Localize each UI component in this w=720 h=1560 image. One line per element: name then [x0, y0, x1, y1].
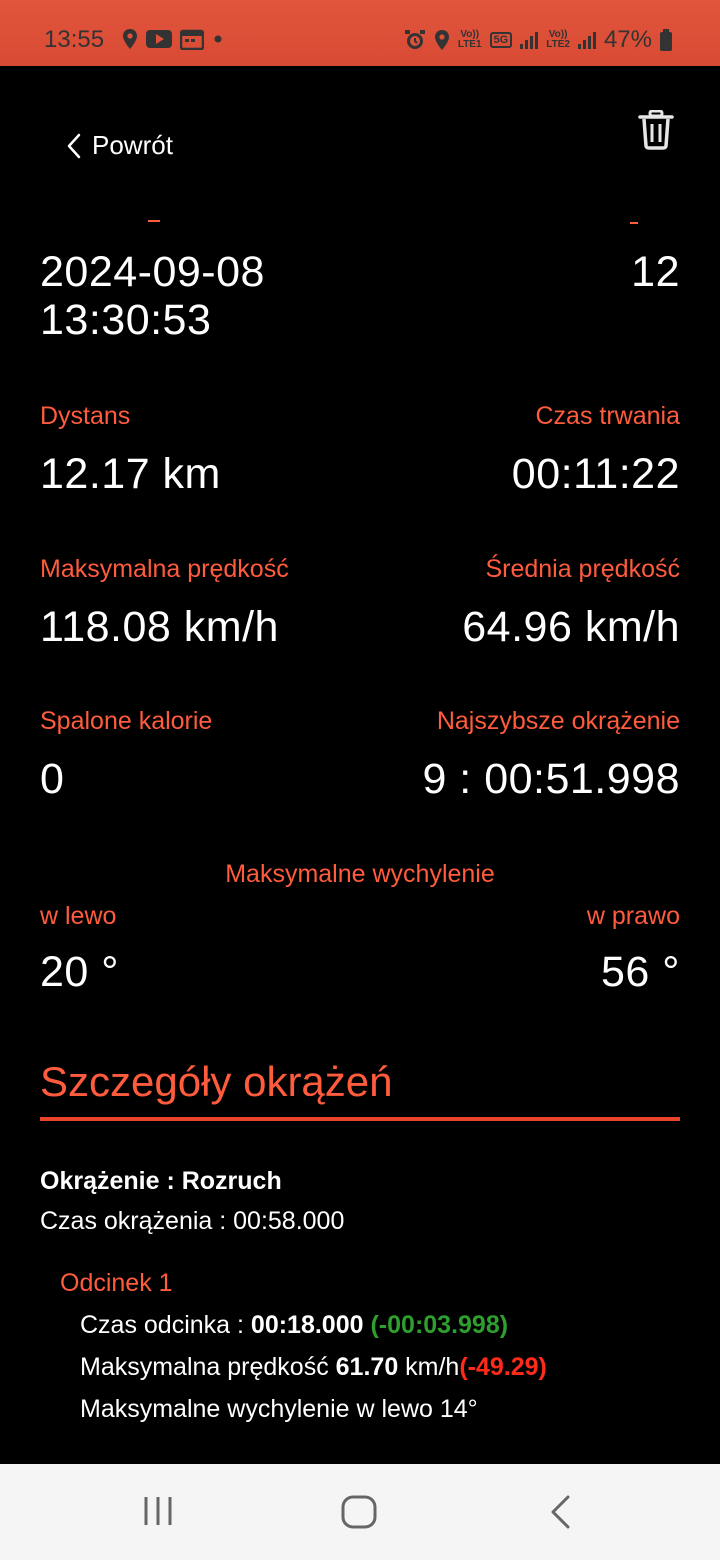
network-5g-indicator: 5G — [489, 32, 513, 48]
lap-title: Okrążenie : Rozruch — [40, 1167, 282, 1195]
recent-apps-button[interactable] — [138, 1494, 178, 1533]
status-right: Vo)) LTE1 5G Vo)) LTE2 47% — [404, 26, 672, 54]
lean-right-value: 56 ° — [601, 948, 680, 996]
trash-icon — [638, 109, 674, 150]
battery-icon — [660, 29, 672, 51]
lean-left-label: w lewo — [40, 902, 117, 930]
signal-1-icon — [520, 31, 539, 49]
start-datetime: 2024-09-08 13:30:53 — [40, 248, 265, 344]
calendar-icon — [180, 29, 204, 50]
lean-right-label: w prawo — [586, 902, 680, 930]
delete-button[interactable] — [638, 109, 674, 155]
location-icon — [123, 29, 137, 49]
segment-time-delta: (-00:03.998) — [370, 1311, 509, 1339]
chevron-left-icon — [67, 133, 81, 158]
home-button[interactable] — [340, 1494, 378, 1535]
alarm-icon — [404, 30, 425, 49]
volte-lte2-indicator: Vo)) LTE2 — [546, 29, 570, 50]
calories-value: 0 — [40, 755, 65, 803]
battery-percent: 47% — [603, 26, 652, 53]
max-lean-label: Maksymalne wychylenie — [225, 860, 495, 888]
segment-time-value: 00:18.000 — [250, 1311, 364, 1339]
start-time: 13:30:53 — [40, 296, 212, 344]
distance-value: 12.17 km — [40, 450, 221, 498]
duration-value: 00:11:22 — [511, 450, 680, 498]
fastest-lap-label: Najszybsze okrążenie — [436, 707, 680, 735]
segment-speed-unit: km/h — [398, 1353, 460, 1381]
scrolled-label-remnants — [0, 214, 720, 236]
avg-speed-label: Średnia prędkość — [485, 555, 680, 583]
recent-apps-icon — [144, 1497, 172, 1525]
max-speed-value: 118.08 km/h — [40, 603, 279, 651]
volte-lte1-indicator: Vo)) LTE1 — [457, 29, 482, 50]
dot-icon — [214, 35, 222, 43]
segment-speed-label: Maksymalna prędkość — [80, 1353, 336, 1381]
system-nav-bar — [0, 1464, 720, 1560]
segment-time-row: Czas odcinka : 00:18.000 (-00:03.998) — [80, 1311, 508, 1340]
avg-speed-value: 64.96 km/h — [462, 603, 680, 651]
lap-time: Czas okrążenia : 00:58.000 — [40, 1207, 345, 1235]
segment-lean-row: Maksymalne wychylenie w lewo 14° — [80, 1395, 478, 1423]
location-icon — [434, 30, 449, 50]
lean-left-value: 20 ° — [40, 948, 119, 996]
status-time: 13:55 — [44, 26, 105, 53]
segment-speed-row: Maksymalna prędkość 61.70 km/h(-49.29) — [80, 1353, 547, 1382]
label-remnant-left — [148, 214, 160, 222]
lap-details-title: Szczegóły okrążeń — [40, 1058, 393, 1105]
top-bar: Powrót — [0, 66, 720, 216]
system-back-icon — [551, 1495, 570, 1529]
status-bar: 13:55 Vo)) LTE1 5G Vo)) LTE2 47% — [0, 0, 720, 66]
segment-title: Odcinek 1 — [60, 1269, 173, 1297]
calories-label: Spalone kalorie — [40, 707, 213, 735]
back-button[interactable]: Powrót — [66, 130, 173, 161]
home-icon — [341, 1495, 377, 1529]
max-speed-label: Maksymalna prędkość — [40, 555, 289, 583]
start-date: 2024-09-08 — [40, 248, 265, 296]
back-label: Powrót — [92, 130, 173, 160]
youtube-icon — [146, 30, 172, 48]
distance-label: Dystans — [40, 402, 131, 430]
segment-time-label: Czas odcinka : — [80, 1311, 251, 1339]
duration-label: Czas trwania — [535, 402, 681, 430]
status-left-icons — [122, 28, 224, 50]
segment-speed-value: 61.70 — [335, 1353, 399, 1381]
laps-count: 12 — [631, 248, 680, 296]
section-divider — [40, 1117, 680, 1121]
segment-speed-delta: (-49.29) — [459, 1353, 547, 1381]
label-remnant-right — [630, 214, 638, 224]
fastest-lap-value: 9 : 00:51.998 — [422, 755, 680, 803]
signal-2-icon — [577, 31, 596, 49]
system-back-button[interactable] — [548, 1494, 574, 1535]
